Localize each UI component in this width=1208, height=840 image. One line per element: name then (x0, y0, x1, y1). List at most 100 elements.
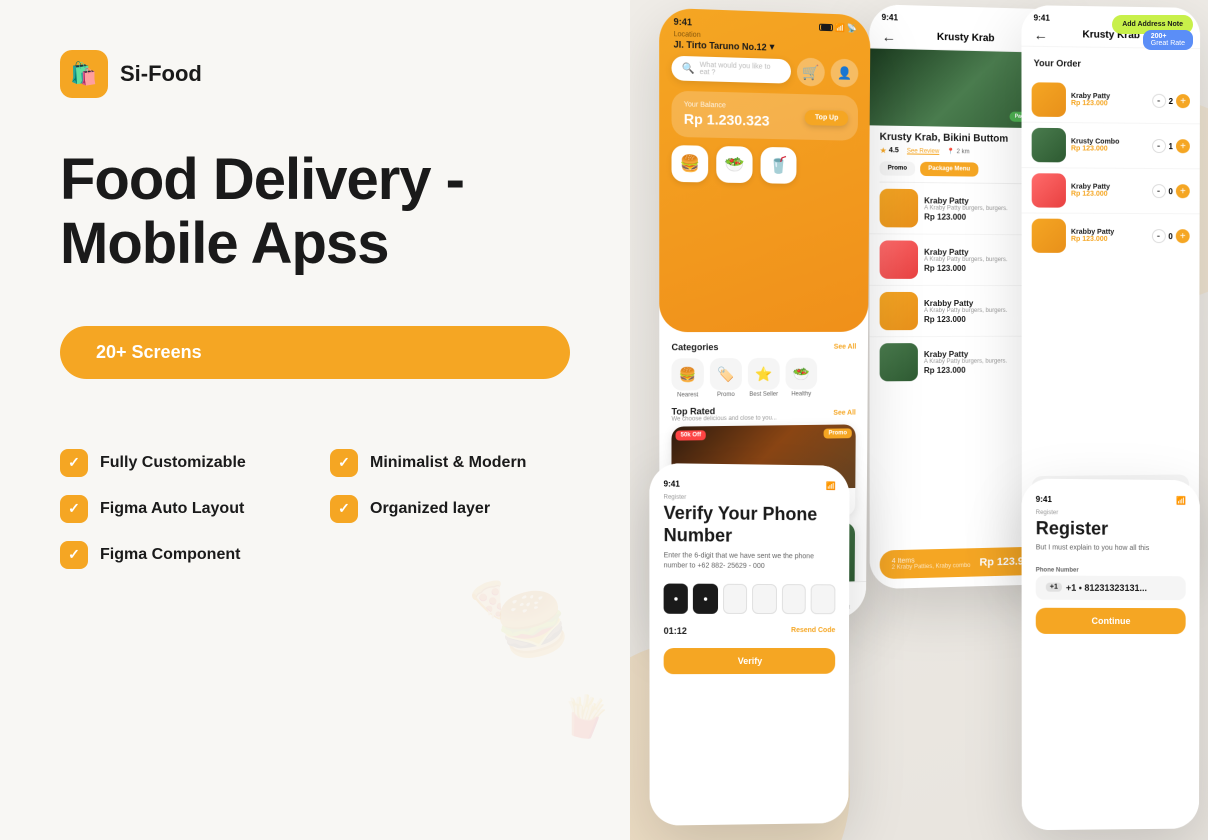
cart-item-img-3 (1032, 173, 1066, 207)
promo-btn[interactable]: Promo (880, 161, 916, 176)
qty-plus-2[interactable]: + (1176, 139, 1190, 153)
screens-badge[interactable]: 20+ Screens (60, 326, 570, 379)
cart-back[interactable]: ← (1034, 26, 1048, 42)
cart-item-price-1: Rp 123.000 (1071, 100, 1147, 108)
verify-subtitle: Enter the 6-digit that we have sent we t… (664, 551, 836, 572)
feature-label-3: Figma Auto Layout (100, 500, 244, 518)
cat-promo[interactable]: 🏷️ Promo (710, 358, 742, 398)
food-decoration-3: 🍕 (465, 577, 512, 622)
cart-item-4[interactable]: Krabby Patty Rp 123.000 - 0 + (1022, 214, 1200, 259)
cart-item-info-3: Kraby Patty Rp 123.000 (1071, 184, 1147, 198)
check-icon-5: ✓ (60, 541, 88, 569)
qty-value-2: 1 (1169, 142, 1173, 151)
menu-info-2: Kraby Patty A Kraby Patty burgers, burge… (924, 247, 1026, 272)
verify-status-time: 9:41 (664, 479, 680, 488)
qty-plus-4[interactable]: + (1176, 229, 1190, 243)
menu-price-4: Rp 123.000 (924, 365, 1025, 375)
categories-section: Categories See All 🍔 Nearest 🏷️ Promo (659, 342, 868, 399)
home-status-time: 9:41 (674, 16, 692, 27)
left-panel: 🛍️ Si-Food Food Delivery - Mobile Apss 2… (0, 0, 630, 840)
menu-desc-4: A Kraby Patty burgers, burgers. (924, 358, 1025, 365)
phone-input[interactable]: +1 +1 • 81231323131... (1036, 575, 1186, 600)
verify-btn[interactable]: Verify (664, 648, 836, 674)
user-icon[interactable]: 👤 (831, 59, 859, 88)
balance-card: Your Balance Rp 1.230.323 Top Up (672, 91, 859, 141)
qty-plus-3[interactable]: + (1176, 184, 1190, 198)
feature-item-4: ✓ Organized layer (330, 495, 570, 523)
register-screen-label: Register (1036, 510, 1186, 517)
headline-line2: Mobile Apss (60, 211, 388, 276)
cart-item-price-4: Rp 123.000 (1071, 236, 1147, 243)
qty-minus-2[interactable]: - (1152, 139, 1166, 153)
menu-desc-1: A Kraby Patty burgers, burgers. (924, 205, 1026, 212)
cat-nearest[interactable]: 🍔 Nearest (671, 358, 703, 398)
search-placeholder[interactable]: What would you like to eat ? (700, 62, 781, 79)
quick-actions: 🍔 🥗 🥤 (659, 145, 869, 185)
verify-title: Verify Your Phone Number (664, 503, 836, 548)
cart-item-price-3: Rp 123.000 (1071, 191, 1147, 198)
see-review[interactable]: See Review (907, 148, 939, 155)
detail-rating: ★ 4.5 (880, 146, 899, 155)
qty-control-2: - 1 + (1152, 139, 1190, 153)
otp-5[interactable] (782, 584, 806, 614)
verify-status-icons: 📶 (826, 481, 836, 490)
phone-label: Phone Number (1036, 567, 1186, 574)
feature-item-5: ✓ Figma Component (60, 541, 300, 569)
topup-btn[interactable]: Top Up (805, 109, 848, 125)
see-all-top[interactable]: See All (833, 409, 856, 416)
back-arrow[interactable]: ← (882, 28, 896, 45)
resend-btn[interactable]: Resend Code (791, 627, 835, 634)
otp-1[interactable]: • (664, 583, 689, 613)
detail-distance: 📍 2 km (947, 148, 969, 155)
menu-info-4: Kraby Patty A Kraby Patty burgers, burge… (924, 349, 1025, 374)
cart-item-3[interactable]: Kraby Patty Rp 123.000 - 0 + (1022, 168, 1200, 214)
menu-img-4 (880, 343, 918, 381)
right-panel: Add Address Note 200+Great Rate 9:41 📶 📡 (630, 0, 1208, 840)
register-title: Register (1036, 518, 1186, 540)
search-icon: 🔍 (682, 63, 695, 75)
cart-item-1[interactable]: Kraby Patty Rp 123.000 - 2 + (1021, 77, 1199, 124)
qty-control-4: - 0 + (1151, 229, 1189, 243)
category-icons-row: 🍔 Nearest 🏷️ Promo ⭐ Best Seller 🥗 (671, 358, 856, 399)
qty-minus-3[interactable]: - (1152, 184, 1166, 198)
feature-item-1: ✓ Fully Customizable (60, 449, 300, 477)
qty-value-3: 0 (1168, 187, 1172, 196)
cart-item-info-2: Krusty Combo Rp 123.000 (1071, 138, 1147, 153)
phone-verify: 9:41 📶 Register Verify Your Phone Number… (649, 463, 849, 826)
cart-item-img-2 (1032, 128, 1066, 163)
phone-register: 9:41 📶 Register Register But I must expl… (1022, 479, 1200, 831)
cart-icon[interactable]: 🛒 (797, 57, 825, 86)
otp-4[interactable] (752, 584, 776, 614)
register-status-bar: 9:41 📶 (1036, 495, 1186, 505)
qty-minus-1[interactable]: - (1152, 94, 1166, 108)
qty-value-4: 0 (1168, 232, 1172, 241)
check-icon-1: ✓ (60, 449, 88, 477)
cat-healthy[interactable]: 🥗 Healthy (785, 358, 817, 398)
see-all-categories[interactable]: See All (834, 343, 857, 350)
quick-drink[interactable]: 🥤 (760, 147, 796, 184)
package-btn[interactable]: Package Menu (920, 162, 978, 177)
quick-food[interactable]: 🍔 (672, 145, 709, 182)
otp-3[interactable] (723, 584, 748, 614)
logo-row: 🛍️ Si-Food (60, 50, 570, 98)
cart-item-info-4: Krabby Patty Rp 123.000 (1071, 229, 1147, 243)
menu-name-3: Krabby Patty (924, 298, 1025, 307)
continue-btn[interactable]: Continue (1036, 608, 1186, 634)
qty-plus-1[interactable]: + (1176, 94, 1190, 108)
check-icon-3: ✓ (60, 495, 88, 523)
headline: Food Delivery - Mobile Apss (60, 148, 570, 276)
qty-minus-4[interactable]: - (1151, 229, 1165, 243)
cart-item-info-1: Kraby Patty Rp 123.000 (1071, 93, 1147, 108)
cart-item-price-2: Rp 123.000 (1071, 145, 1147, 153)
cat-bestseller[interactable]: ⭐ Best Seller (748, 358, 780, 398)
cart-items-info: 4 Items 2 Kraby Patties, Kraby combo (892, 556, 971, 571)
otp-6[interactable] (811, 584, 835, 614)
menu-price-1: Rp 123.000 (924, 212, 1026, 222)
detail-title: Krusty Krab (937, 32, 995, 45)
cart-status-time: 9:41 (1034, 13, 1050, 22)
search-row: 🔍 What would you like to eat ? 🛒 👤 (659, 53, 870, 88)
otp-2[interactable]: • (693, 583, 718, 613)
menu-desc-3: A Kraby Patty burgers, burgers. (924, 307, 1025, 313)
cart-item-2[interactable]: Krusty Combo Rp 123.000 - 1 + (1022, 123, 1200, 170)
quick-healthy[interactable]: 🥗 (716, 146, 752, 183)
